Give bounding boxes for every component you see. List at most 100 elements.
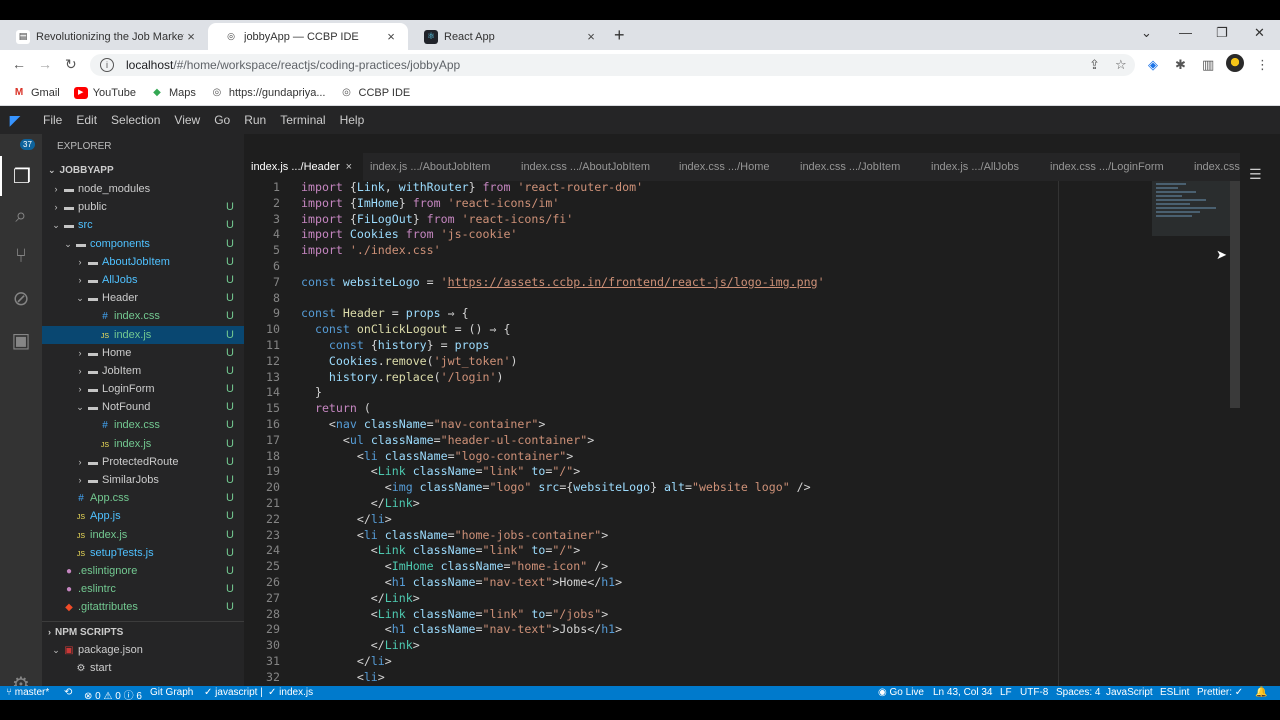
close-icon[interactable]: ×	[384, 29, 398, 44]
search-icon[interactable]: ⌕	[0, 196, 42, 236]
menu-edit[interactable]: Edit	[69, 113, 104, 127]
menu-selection[interactable]: Selection	[104, 113, 167, 127]
bell-icon[interactable]: 🔔	[1255, 687, 1267, 698]
forward-icon[interactable]: →	[38, 56, 52, 72]
explorer-file-index-css[interactable]: # index.css U	[42, 416, 244, 434]
code-token: {	[349, 181, 357, 194]
menu-dots-icon[interactable]: ⋮	[1256, 57, 1269, 73]
extensions-icon[interactable]: ▣	[0, 320, 42, 360]
browser-tab-1[interactable]: ◎ jobbyApp — CCBP IDE ×	[208, 23, 408, 50]
avatar[interactable]	[1226, 54, 1244, 72]
minimap[interactable]	[1152, 181, 1230, 236]
npm-file-package-json[interactable]: ⌄ ▣ package.json	[42, 641, 244, 659]
bookmark-maps[interactable]: ◆ Maps	[150, 87, 196, 99]
bookmark-ccbp-ide[interactable]: ◎ CCBP IDE	[340, 87, 410, 99]
editor-tab-0[interactable]: index.js .../Header ×	[244, 153, 363, 181]
back-icon[interactable]: ←	[12, 56, 26, 72]
explorer-file-index-css[interactable]: # index.css U	[42, 307, 244, 325]
explorer-root[interactable]: ⌄ JOBBYAPP	[42, 160, 244, 180]
explorer-file-index-js[interactable]: JS index.js U	[42, 435, 244, 453]
npm-scripts-header[interactable]: › NPM SCRIPTS	[42, 620, 244, 641]
editor-scrollbar[interactable]	[1230, 181, 1240, 408]
close-icon[interactable]: ×	[346, 161, 352, 173]
explorer-folder-protectedroute[interactable]: › ▬ ProtectedRoute U	[42, 453, 244, 471]
encoding-indicator[interactable]: UTF-8	[1020, 687, 1048, 698]
bookmark-gmail[interactable]: M Gmail	[12, 87, 60, 99]
editor-tab-6[interactable]: index.css .../LoginForm	[1043, 153, 1187, 181]
explorer-folder-alljobs[interactable]: › ▬ AllJobs U	[42, 271, 244, 289]
bookmark-youtube[interactable]: ▶ YouTube	[73, 86, 136, 99]
extension-icon[interactable]: ◈	[1148, 57, 1158, 73]
explorer-file-eslintrc[interactable]: ● .eslintrc U	[42, 580, 244, 598]
explorer-folder-src[interactable]: ⌄ ▬ src U	[42, 216, 244, 234]
explorer-file-eslintignore[interactable]: ● .eslintignore U	[42, 562, 244, 580]
code-token: '	[440, 274, 448, 289]
explorer-folder-node-modules[interactable]: › ▬ node_modules	[42, 180, 244, 198]
branch-indicator[interactable]: ⑂ master*	[6, 687, 49, 698]
problems-indicator[interactable]: ⊗ 0 ⚠ 0 ⓘ 6	[84, 687, 142, 700]
layout-list-icon[interactable]: ☰	[1249, 166, 1262, 183]
menu-go[interactable]: Go	[207, 113, 237, 127]
indentation-indicator[interactable]: Spaces: 4	[1056, 687, 1100, 698]
window-close-icon[interactable]: ✕	[1254, 25, 1265, 41]
explorer-folder-components[interactable]: ⌄ ▬ components U	[42, 235, 244, 253]
new-tab-icon[interactable]: +	[614, 25, 625, 46]
explorer-file-index-js[interactable]: JS index.js U	[42, 325, 244, 344]
sync-icon[interactable]: ⟲	[64, 687, 72, 698]
star-icon[interactable]: ☆	[1115, 57, 1127, 73]
explorer-folder-jobitem[interactable]: › ▬ JobItem U	[42, 362, 244, 380]
lang-check-indicator[interactable]: ✓ javascript |	[204, 687, 263, 698]
language-mode[interactable]: JavaScript	[1106, 687, 1153, 698]
bookmark-gundapriya[interactable]: ◎ https://gundapriya...	[210, 87, 326, 99]
reload-icon[interactable]: ↻	[65, 56, 77, 73]
explorer-file-setuptests-js[interactable]: JS setupTests.js U	[42, 544, 244, 562]
npm-file-start[interactable]: ⚙ start	[42, 659, 244, 677]
sidepanel-icon[interactable]: ▥	[1202, 57, 1214, 73]
explorer-file-index-js[interactable]: JS index.js U	[42, 526, 244, 544]
explorer-folder-notfound[interactable]: ⌄ ▬ NotFound U	[42, 398, 244, 416]
editor-tab-3[interactable]: index.css .../Home	[672, 153, 793, 181]
eslint-indicator[interactable]: ESLint	[1160, 687, 1189, 698]
editor-tab-4[interactable]: index.css .../JobItem	[793, 153, 924, 181]
share-icon[interactable]: ⇪	[1089, 57, 1100, 73]
source-control-icon[interactable]: ⑂	[0, 236, 42, 276]
minimize-icon[interactable]: —	[1179, 25, 1192, 40]
explorer-file-gitattributes[interactable]: ◆ .gitattributes U	[42, 598, 244, 616]
browser-tab-0[interactable]: ▤ Revolutionizing the Job Market | ×	[0, 23, 208, 50]
explorer-file-app-css[interactable]: # App.css U	[42, 489, 244, 507]
close-icon[interactable]: ×	[184, 29, 198, 44]
prettier-indicator[interactable]: Prettier: ✓	[1197, 687, 1243, 698]
info-icon[interactable]: i	[100, 58, 114, 72]
code-token: }	[650, 480, 665, 495]
eol-indicator[interactable]: LF	[1000, 687, 1012, 698]
go-live-button[interactable]: ◉ Go Live	[878, 687, 924, 698]
chevron-down-icon[interactable]: ⌄	[1141, 25, 1152, 41]
explorer-folder-home[interactable]: › ▬ Home U	[42, 344, 244, 362]
cursor-position[interactable]: Ln 43, Col 34	[933, 687, 993, 698]
menu-help[interactable]: Help	[333, 113, 372, 127]
explorer-folder-loginform[interactable]: › ▬ LoginForm U	[42, 380, 244, 398]
maximize-icon[interactable]: ❐	[1216, 25, 1228, 41]
editor-tab-2[interactable]: index.css .../AboutJobItem	[514, 153, 672, 181]
git-graph-button[interactable]: Git Graph	[150, 687, 193, 698]
menu-view[interactable]: View	[167, 113, 207, 127]
explorer-folder-aboutjobitem[interactable]: › ▬ AboutJobItem U	[42, 253, 244, 271]
editor-tab-5[interactable]: index.js .../AllJobs	[924, 153, 1043, 181]
git-status-badge: U	[226, 201, 234, 214]
editor-tab-1[interactable]: index.js .../AboutJobItem	[363, 153, 514, 181]
menu-run[interactable]: Run	[237, 113, 273, 127]
explorer-folder-header[interactable]: ⌄ ▬ Header U	[42, 289, 244, 307]
debug-icon[interactable]: ⊘	[0, 278, 42, 318]
address-bar[interactable]: i localhost/#/home/workspace/reactjs/cod…	[90, 54, 1135, 76]
explorer-files-icon[interactable]: ❐	[0, 156, 42, 196]
code-editor[interactable]: 1 import {Link, withRouter} from 'react-r…	[244, 181, 1230, 686]
close-icon[interactable]: ×	[584, 29, 598, 44]
active-file-indicator[interactable]: ✓ index.js	[268, 687, 313, 698]
explorer-file-app-js[interactable]: JS App.js U	[42, 507, 244, 525]
explorer-folder-similarjobs[interactable]: › ▬ SimilarJobs U	[42, 471, 244, 489]
puzzle-icon[interactable]: ✱	[1175, 57, 1186, 73]
menu-file[interactable]: File	[36, 113, 69, 127]
browser-tab-2[interactable]: ⚛ React App ×	[408, 23, 608, 50]
menu-terminal[interactable]: Terminal	[273, 113, 332, 127]
explorer-folder-public[interactable]: › ▬ public U	[42, 198, 244, 216]
